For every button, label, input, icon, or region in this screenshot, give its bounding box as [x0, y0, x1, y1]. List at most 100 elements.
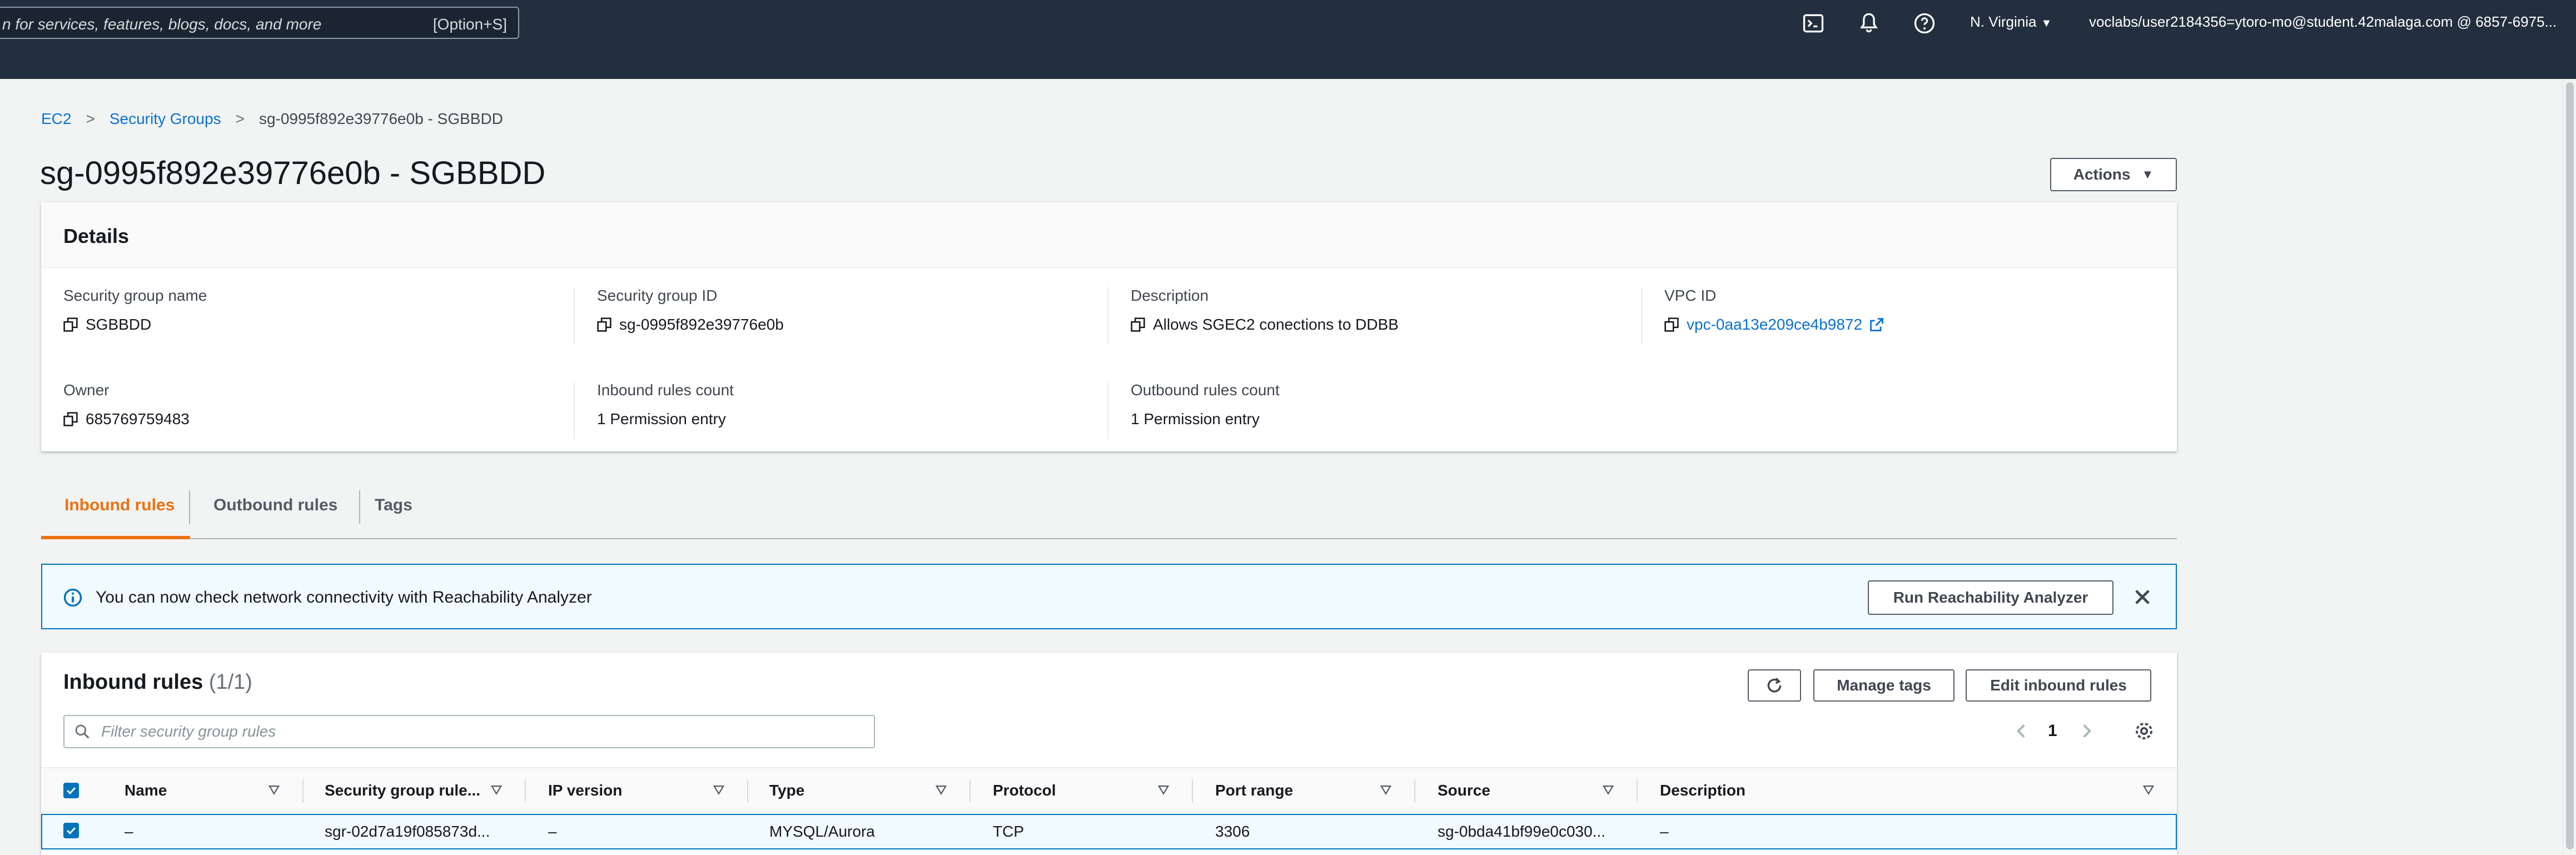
breadcrumb: EC2 > Security Groups > sg-0995f892e39776e0b… [41, 110, 503, 128]
edit-inbound-rules-button[interactable]: Edit inbound rules [1966, 669, 2151, 702]
column-header-ip-version[interactable]: IP version [548, 768, 622, 813]
breadcrumb-current: sg-0995f892e39776e0b - SGBBDD [258, 110, 503, 127]
details-header: Details [41, 202, 2177, 268]
column-divider [525, 779, 526, 803]
button-label: Run Reachability Analyzer [1893, 589, 2088, 606]
external-link-icon[interactable] [1869, 317, 1884, 332]
details-title: Details [63, 225, 130, 247]
notifications-bell-icon[interactable] [1857, 11, 1881, 36]
gear-icon[interactable] [2134, 720, 2155, 742]
sort-icon[interactable] [2142, 784, 2155, 796]
filter-input[interactable] [100, 722, 867, 742]
info-alert: You can now check network connectivity w… [41, 564, 2177, 629]
sort-icon[interactable] [1380, 784, 1392, 796]
table-row[interactable]: – sgr-02d7a19f085873d... – MYSQL/Aurora … [41, 814, 2177, 849]
field-label: VPC ID [1664, 287, 1717, 304]
column-header-name[interactable]: Name [125, 768, 167, 813]
column-divider [747, 779, 748, 803]
field-value: 1 Permission entry [597, 410, 726, 428]
column-header-security-group-rule[interactable]: Security group rule... [325, 768, 480, 813]
sort-icon[interactable] [1157, 784, 1170, 796]
sort-icon[interactable] [713, 784, 725, 796]
pagination: 1 [2012, 717, 2162, 745]
sort-icon[interactable] [935, 784, 947, 796]
actions-label: Actions [2073, 166, 2131, 183]
column-divider [1107, 381, 1108, 439]
field-label: Owner [63, 381, 110, 399]
column-header-description[interactable]: Description [1660, 768, 1745, 813]
column-header-port-range[interactable]: Port range [1215, 768, 1293, 813]
tab-divider [189, 490, 190, 524]
top-navigation-bar: n for services, features, blogs, docs, a… [0, 0, 2576, 79]
field-description: Description Allows SGEC2 conections to D… [1131, 287, 1631, 334]
field-inbound-rules-count: Inbound rules count 1 Permission entry [597, 381, 1097, 428]
field-label: Description [1131, 287, 1209, 304]
column-header-source[interactable]: Source [1438, 768, 1490, 813]
region-selector[interactable]: N. Virginia ▼ [1970, 13, 2052, 31]
account-menu[interactable]: voclabs/user2184356=ytoro-mo@student.42m… [2089, 13, 2557, 31]
sort-icon[interactable] [268, 784, 280, 796]
manage-tags-button[interactable]: Manage tags [1813, 669, 1955, 702]
cell-type: MYSQL/Aurora [769, 823, 875, 840]
copy-icon[interactable] [63, 412, 78, 426]
refresh-button[interactable] [1748, 669, 1801, 702]
search-input[interactable]: n for services, features, blogs, docs, a… [0, 7, 519, 39]
info-icon [63, 588, 82, 607]
field-value: Allows SGEC2 conections to DDBB [1153, 316, 1399, 333]
button-label: Edit inbound rules [1990, 677, 2127, 694]
page-number[interactable]: 1 [2048, 722, 2057, 740]
caret-down-icon: ▼ [2141, 167, 2154, 181]
chevron-left-icon[interactable] [2012, 722, 2031, 740]
table-header: Name Security group rule... IP version T… [41, 767, 2177, 813]
column-divider [302, 779, 304, 803]
sort-icon[interactable] [1602, 784, 1614, 796]
refresh-icon [1767, 678, 1782, 693]
help-icon[interactable] [1912, 11, 1937, 36]
close-icon[interactable] [2132, 587, 2152, 607]
button-label: Manage tags [1837, 677, 1931, 694]
column-header-protocol[interactable]: Protocol [993, 768, 1056, 813]
sort-icon[interactable] [490, 784, 503, 796]
column-divider [574, 381, 575, 439]
tab-outbound-rules[interactable]: Outbound rules [213, 496, 337, 515]
copy-icon[interactable] [597, 317, 611, 332]
page-title: sg-0995f892e39776e0b - SGBBDD [40, 155, 546, 191]
tab-tags[interactable]: Tags [375, 496, 412, 515]
breadcrumb-ec2[interactable]: EC2 [41, 110, 71, 127]
field-value: 685769759483 [86, 410, 190, 428]
field-value: SGBBDD [86, 316, 152, 333]
column-divider [1637, 779, 1638, 803]
filter-search-box[interactable] [63, 715, 875, 748]
account-label: voclabs/user2184356=ytoro-mo@student.42m… [2089, 13, 2557, 30]
tab-inbound-rules[interactable]: Inbound rules [64, 496, 175, 515]
copy-icon[interactable] [1131, 317, 1145, 332]
tab-divider [359, 490, 360, 524]
column-header-type[interactable]: Type [769, 768, 804, 813]
scrollbar-thumb[interactable] [2566, 82, 2574, 849]
search-shortcut-hint: [Option+S] [432, 16, 507, 33]
column-divider [1192, 779, 1193, 803]
breadcrumb-security-groups[interactable]: Security Groups [110, 110, 221, 127]
search-icon [75, 724, 89, 739]
alert-message: You can now check network connectivity w… [96, 588, 592, 607]
chevron-right-icon[interactable] [2077, 722, 2096, 740]
field-label: Security group ID [597, 287, 718, 304]
tabs-baseline [41, 538, 2177, 539]
region-label: N. Virginia [1970, 13, 2037, 30]
cell-port-range: 3306 [1215, 823, 1250, 840]
field-value: sg-0995f892e39776e0b [619, 316, 784, 333]
table-count: (1/1) [208, 670, 252, 694]
row-checkbox[interactable] [63, 823, 79, 838]
cell-description: – [1660, 823, 1669, 840]
run-reachability-analyzer-button[interactable]: Run Reachability Analyzer [1868, 580, 2113, 615]
copy-icon[interactable] [63, 317, 78, 332]
table-title: Inbound rules (1/1) [63, 670, 252, 694]
column-divider [1414, 779, 1415, 803]
cloudshell-icon[interactable] [1801, 11, 1826, 36]
actions-button[interactable]: Actions ▼ [2050, 158, 2177, 191]
select-all-checkbox[interactable] [63, 783, 79, 798]
page-scrollbar[interactable] [2563, 79, 2576, 855]
vpc-id-link[interactable]: vpc-0aa13e209ce4b9872 [1687, 316, 1862, 334]
column-divider [1107, 287, 1108, 345]
copy-icon[interactable] [1664, 317, 1679, 332]
